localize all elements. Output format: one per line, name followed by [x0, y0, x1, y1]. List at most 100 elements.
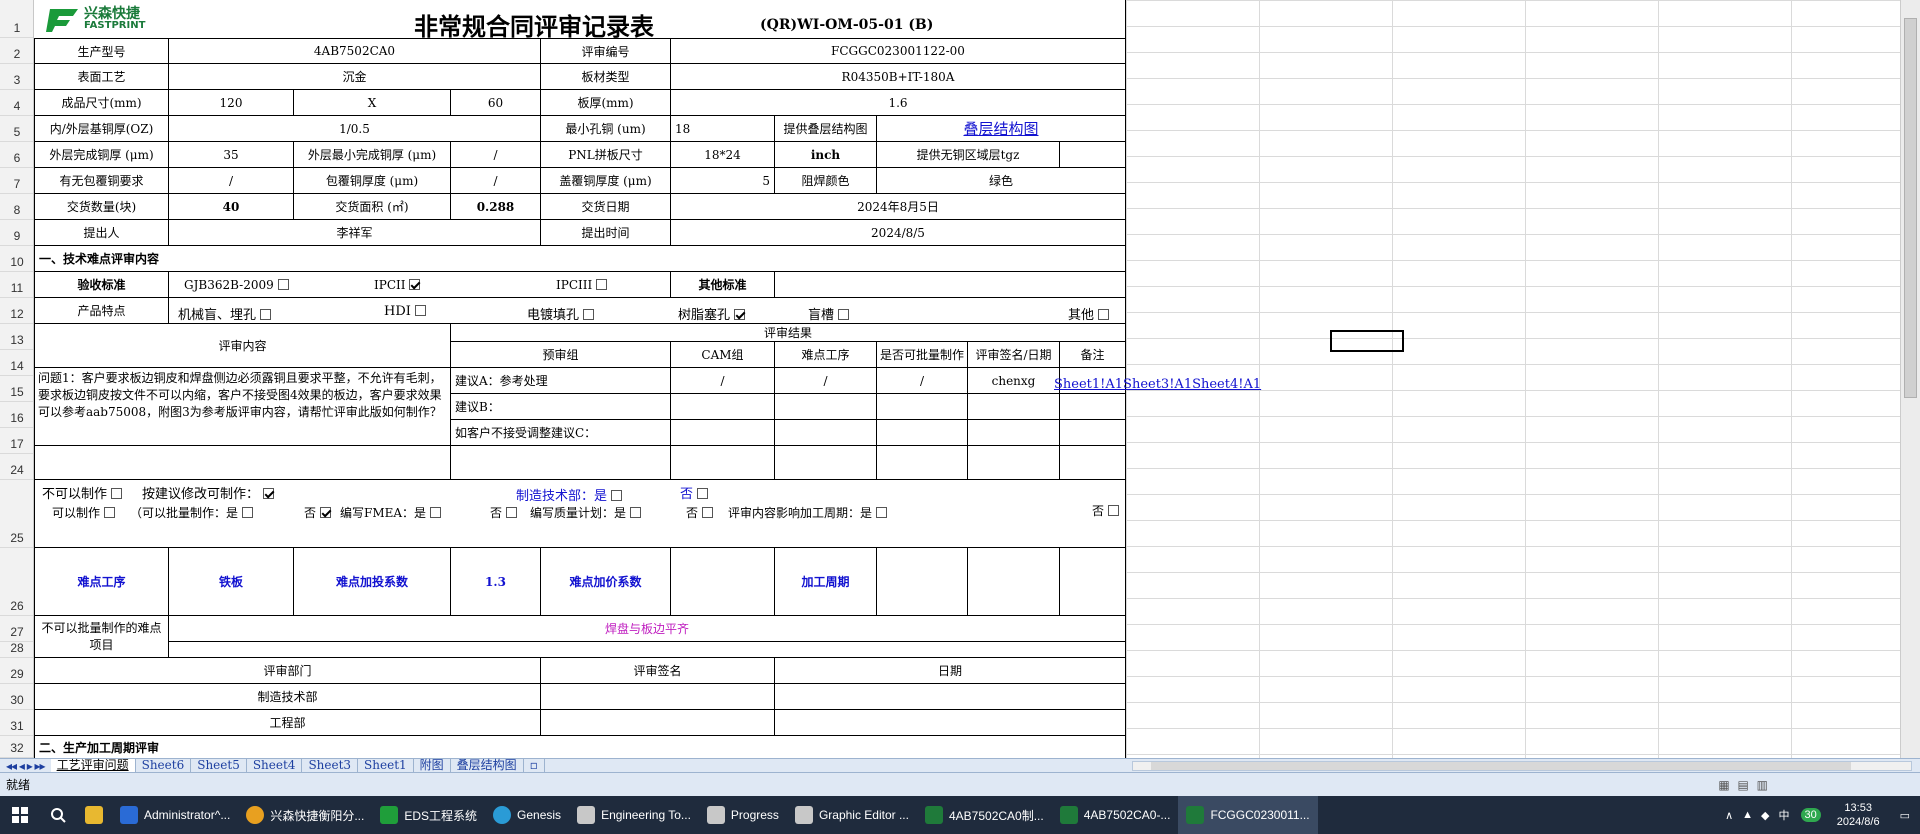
- cell-time-label[interactable]: 提出时间: [541, 220, 671, 246]
- checkbox-icon[interactable]: [611, 490, 623, 501]
- cell-dept-mfg-sign[interactable]: [541, 684, 775, 710]
- row-number[interactable]: 7: [0, 168, 33, 194]
- checkbox-icon[interactable]: [596, 279, 608, 290]
- row-number[interactable]: 24: [0, 454, 33, 480]
- tab-sheet5[interactable]: Sheet5: [191, 758, 247, 773]
- checkbox-icon[interactable]: [277, 279, 289, 290]
- cell-c-process[interactable]: [775, 420, 877, 446]
- cell-pnl-label[interactable]: PNL拼板尺寸: [541, 142, 671, 168]
- opt-suggest[interactable]: 按建议修改可制作：: [142, 483, 275, 502]
- cell-row24-g[interactable]: [1060, 446, 1126, 480]
- start-button[interactable]: [0, 796, 40, 834]
- cell-row24-c[interactable]: [671, 446, 775, 480]
- row-number[interactable]: 2: [0, 38, 33, 64]
- col-difficult-process[interactable]: 难点工序: [775, 342, 877, 368]
- view-mode-icons[interactable]: ▦ ▤ ▥: [1718, 778, 1770, 792]
- cell-size-label[interactable]: 成品尺寸(mm): [34, 90, 169, 116]
- cell-date-label[interactable]: 交货日期: [541, 194, 671, 220]
- row-number[interactable]: 30: [0, 684, 33, 710]
- cell-nonbatch-extra[interactable]: [169, 642, 1126, 658]
- network-icon[interactable]: ▲: [1738, 809, 1757, 821]
- cell-review-result-label[interactable]: 评审结果: [451, 324, 1126, 342]
- cell-dept-eng-date[interactable]: [775, 710, 1126, 736]
- row-number[interactable]: 11: [0, 272, 33, 298]
- row-number[interactable]: 28: [0, 641, 33, 658]
- cell-c-sign[interactable]: [968, 420, 1060, 446]
- taskbar-item[interactable]: Genesis: [485, 796, 569, 834]
- col-signature[interactable]: 评审签名/日期: [968, 342, 1060, 368]
- checkbox-icon[interactable]: [1098, 309, 1110, 320]
- suggestion-a[interactable]: 建议A：参考处理: [451, 368, 671, 394]
- process-value[interactable]: /: [775, 368, 877, 394]
- section-technical-review[interactable]: 一、技术难点评审内容: [34, 246, 1126, 272]
- cell-outer-min-label[interactable]: 外层最小完成铜厚 (μm): [294, 142, 451, 168]
- tab-sheet3[interactable]: Sheet3: [302, 758, 359, 773]
- tab-nav-icon[interactable]: ◂◂ ◂ ▸ ▸▸: [0, 759, 51, 773]
- checkbox-checked-icon[interactable]: [263, 488, 275, 499]
- stack-diagram-link[interactable]: 叠层结构图: [877, 116, 1126, 142]
- checkbox-icon[interactable]: [430, 507, 442, 518]
- cell-thick[interactable]: 1.6: [671, 90, 1126, 116]
- ime-indicator[interactable]: 中: [1774, 807, 1795, 823]
- opt-cannot[interactable]: 不可以制作: [42, 483, 123, 502]
- cell-period-label[interactable]: 加工周期: [775, 548, 877, 616]
- section-production-period[interactable]: 二、生产加工周期评审: [34, 736, 1126, 758]
- checkbox-icon[interactable]: [111, 488, 123, 499]
- cell-qty-label[interactable]: 交货数量(块): [34, 194, 169, 220]
- cell-mask-label[interactable]: 阻焊颜色: [775, 168, 877, 194]
- opt-quality[interactable]: 编写质量计划：是: [530, 504, 642, 521]
- cell-pnl[interactable]: 18*24: [671, 142, 775, 168]
- cell-qty[interactable]: 40: [169, 194, 294, 220]
- cell-dept-mfg[interactable]: 制造技术部: [34, 684, 541, 710]
- question-text[interactable]: 问题1：客户要求板边铜皮和焊盘侧边必须露铜且要求平整，不允许有毛刺，要求板边铜皮…: [34, 368, 451, 446]
- opt-mfg-no[interactable]: 否: [680, 483, 709, 502]
- chevron-up-icon[interactable]: ∧: [1720, 809, 1738, 822]
- feature-resin-plug[interactable]: 树脂塞孔: [678, 304, 746, 323]
- cell-model[interactable]: 4AB7502CA0: [169, 38, 541, 64]
- cell-difficult-process-value[interactable]: 铁板: [169, 548, 294, 616]
- cell-date[interactable]: 2024年8月5日: [671, 194, 1126, 220]
- tab-sheet4[interactable]: Sheet4: [247, 758, 303, 773]
- cell-size-h[interactable]: 60: [451, 90, 541, 116]
- cell-review-content-label[interactable]: 评审内容: [34, 324, 451, 368]
- opt-can[interactable]: 可以制作: [52, 504, 116, 521]
- cell-dept-eng-sign[interactable]: [541, 710, 775, 736]
- checkbox-icon[interactable]: [260, 309, 272, 320]
- cell-sign-label[interactable]: 评审签名: [541, 658, 775, 684]
- opt-mfg[interactable]: 制造技术部：是: [516, 485, 623, 504]
- cell-review-no[interactable]: FCGGC023001122-00: [671, 38, 1126, 64]
- feature-plating-fill[interactable]: 电镀填孔: [527, 304, 595, 323]
- suggestion-b[interactable]: 建议B：: [451, 394, 671, 420]
- checkbox-checked-icon[interactable]: [734, 309, 746, 320]
- opt-quality-no[interactable]: 否: [686, 504, 714, 521]
- row-number[interactable]: 32: [0, 736, 33, 758]
- opt-period-no[interactable]: 否: [1092, 502, 1120, 519]
- checkbox-icon[interactable]: [583, 309, 595, 320]
- insert-sheet-icon[interactable]: ▫: [524, 758, 545, 773]
- option-ipc3[interactable]: IPCIII: [556, 278, 608, 292]
- notification-icon[interactable]: ▭: [1890, 809, 1920, 822]
- feature-hdi[interactable]: HDI: [384, 304, 426, 319]
- option-gjb[interactable]: GJB362B-2009: [184, 278, 289, 292]
- signature-value[interactable]: chenxg: [968, 368, 1060, 394]
- option-ipc2[interactable]: IPCII: [374, 278, 421, 292]
- tab-stack-diagram[interactable]: 叠层结构图: [451, 758, 524, 773]
- taskbar-item[interactable]: 4AB7502CA0制...: [917, 796, 1052, 834]
- hscroll-thumb[interactable]: [1151, 761, 1851, 770]
- cell-proposer[interactable]: 李祥军: [169, 220, 541, 246]
- cell-model-label[interactable]: 生产型号: [34, 38, 169, 64]
- cell-row24-f[interactable]: [968, 446, 1060, 480]
- vertical-scrollbar[interactable]: [1900, 0, 1920, 758]
- cell-nonbatch-label[interactable]: 不可以批量制作的难点项目: [34, 616, 169, 658]
- cell-size-x[interactable]: X: [294, 90, 451, 116]
- cell-area[interactable]: 0.288: [451, 194, 541, 220]
- row-number[interactable]: 5: [0, 116, 33, 142]
- cell-price-value[interactable]: [671, 548, 775, 616]
- cell-coef-label[interactable]: 难点加投系数: [294, 548, 451, 616]
- row-number[interactable]: 27: [0, 616, 33, 642]
- row-number[interactable]: 4: [0, 90, 33, 116]
- cell-b-cam[interactable]: [671, 394, 775, 420]
- row-number[interactable]: 12: [0, 298, 33, 324]
- col-pre-review[interactable]: 预审组: [451, 342, 671, 368]
- cell-wrap-req[interactable]: /: [169, 168, 294, 194]
